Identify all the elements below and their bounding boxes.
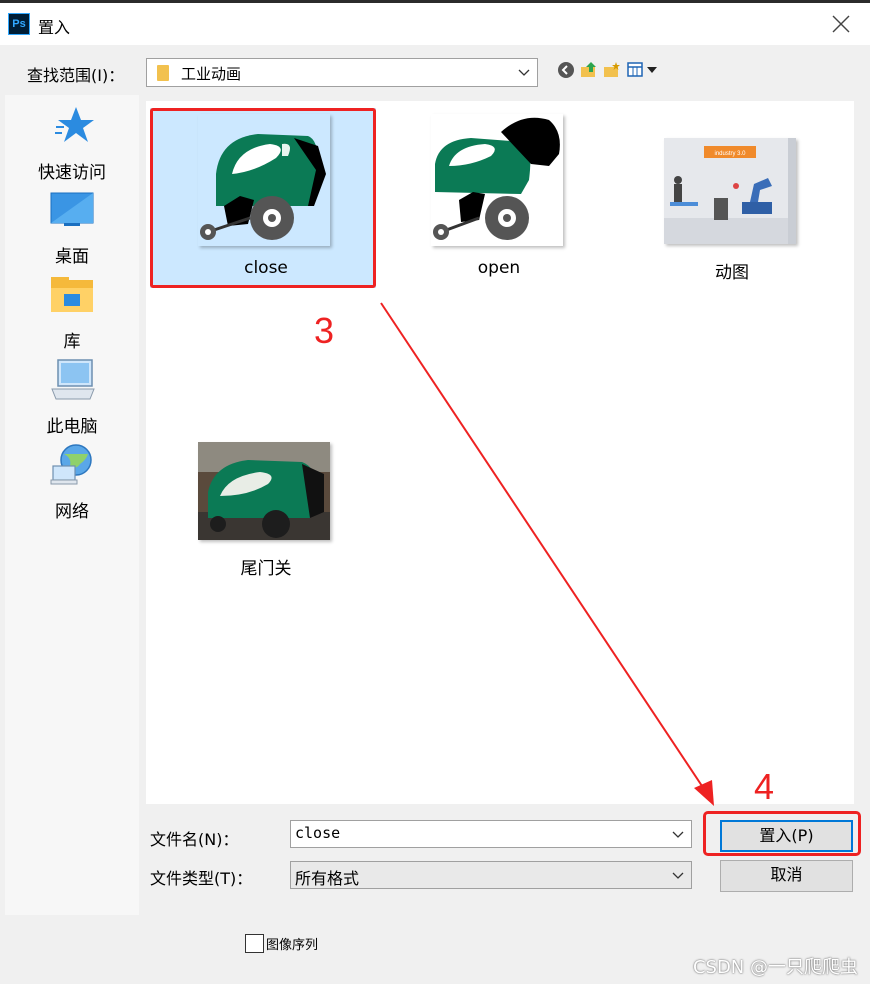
step-3-label: 3 — [314, 310, 335, 351]
step-4-label: 4 — [754, 766, 775, 807]
annotation-arrow — [380, 302, 714, 806]
watermark: CSDN @一只爬爬虫 — [692, 957, 858, 978]
